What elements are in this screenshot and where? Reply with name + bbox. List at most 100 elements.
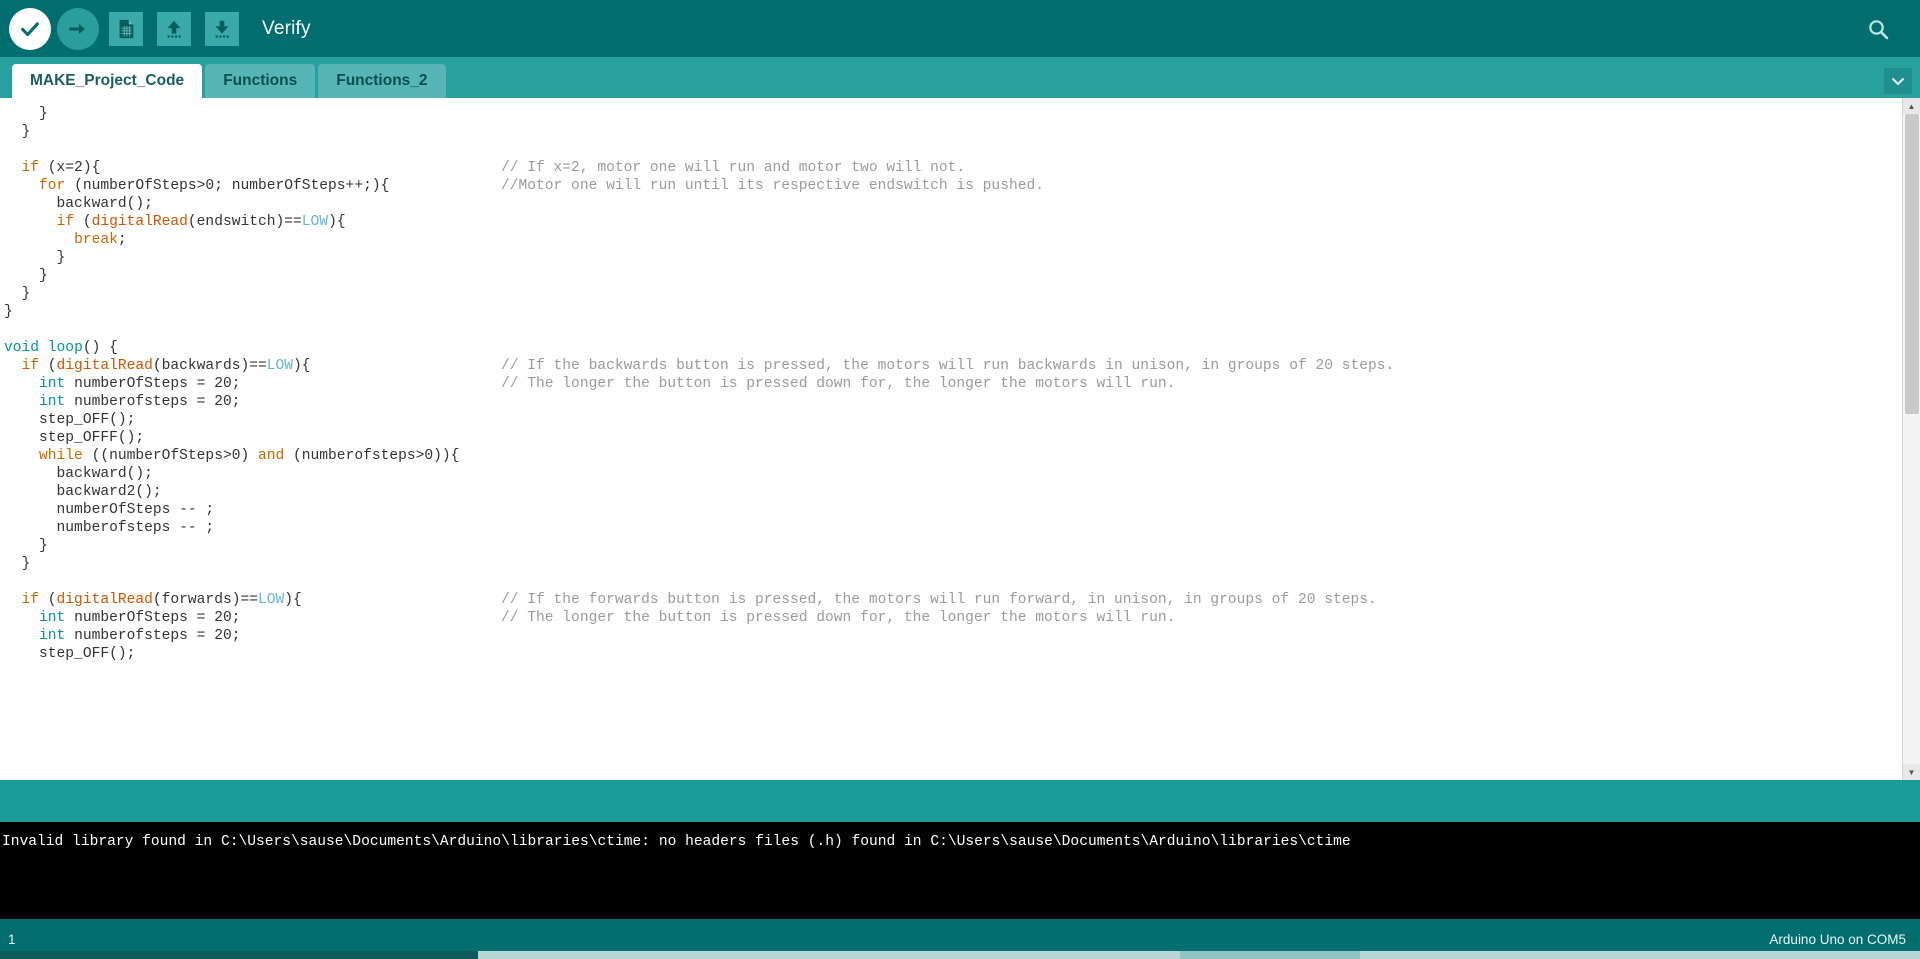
console-output: Invalid library found in C:\Users\sause\… <box>0 822 1920 919</box>
code-text: } <box>39 106 48 122</box>
code-line: } <box>4 105 1902 123</box>
code-line: backward(); <box>4 465 1902 483</box>
status-bar: 1 Arduino Uno on COM5 <box>0 919 1920 959</box>
new-file-square <box>109 11 143 46</box>
cursor-line-number: 1 <box>8 931 16 947</box>
save-file-square <box>205 11 239 46</box>
code-text: int numberofsteps = 20; <box>39 628 241 644</box>
code-line: break; <box>4 231 1902 249</box>
horizontal-scroll-secondary[interactable] <box>1180 951 1360 959</box>
code-line: backward(); <box>4 195 1902 213</box>
editor-vertical-scrollbar[interactable]: ▲ ▼ <box>1902 98 1920 780</box>
code-line: if (x=2){ // If x=2, motor one will run a… <box>4 159 1902 177</box>
open-sketch-button[interactable] <box>150 5 198 53</box>
code-line: void loop() { <box>4 339 1902 357</box>
code-line: while ((numberOfSteps>0) and (numberofst… <box>4 447 1902 465</box>
code-text: step_OFFF(); <box>39 430 145 446</box>
code-comment: // If the backwards button is pressed, t… <box>501 358 1395 374</box>
toolbar-right-group <box>1854 5 1910 53</box>
code-text: } <box>39 538 48 554</box>
verify-button[interactable] <box>6 5 54 53</box>
upload-button[interactable] <box>54 5 102 53</box>
code-text: } <box>56 250 66 266</box>
open-file-square <box>157 11 191 46</box>
code-comment: // The longer the button is pressed down… <box>501 376 1176 392</box>
code-line: numberofsteps -- ; <box>4 519 1902 537</box>
horizontal-scroll-thumb[interactable] <box>0 951 478 959</box>
code-text: if (digitalRead(endswitch)==LOW){ <box>56 214 346 230</box>
sketch-tab-functions-2[interactable]: Functions_2 <box>318 64 446 98</box>
save-sketch-button[interactable] <box>198 5 246 53</box>
new-file-icon <box>119 19 134 38</box>
board-status: Arduino Uno on COM5 <box>1769 931 1906 947</box>
tab-label: Functions <box>223 72 298 89</box>
search-button[interactable] <box>1854 5 1902 53</box>
scroll-track[interactable] <box>1902 114 1920 764</box>
code-text: if (digitalRead(backwards)==LOW){ <box>21 358 311 374</box>
code-text: } <box>39 268 48 284</box>
arrow-down-icon <box>215 20 229 38</box>
code-text: step_OFF(); <box>39 412 136 428</box>
search-icon <box>1869 19 1889 39</box>
code-line: numberOfSteps -- ; <box>4 501 1902 519</box>
code-line: } <box>4 123 1902 141</box>
code-text: int numberOfSteps = 20; <box>39 376 241 392</box>
code-text: numberofsteps -- ; <box>56 520 215 536</box>
check-icon <box>21 21 39 36</box>
code-line: int numberOfSteps = 20; // The longer the… <box>4 375 1902 393</box>
code-comment: // The longer the button is pressed down… <box>501 610 1176 626</box>
code-text: backward(); <box>56 196 153 212</box>
tab-label: MAKE_Project_Code <box>30 72 185 89</box>
code-text: if (digitalRead(forwards)==LOW){ <box>21 592 302 608</box>
code-line: } <box>4 537 1902 555</box>
new-sketch-button[interactable] <box>102 5 150 53</box>
code-line: int numberOfSteps = 20; // The longer the… <box>4 609 1902 627</box>
console-header-bar <box>0 780 1920 822</box>
code-line: for (numberOfSteps>0; numberOfSteps++;){… <box>4 177 1902 195</box>
code-line: step_OFFF(); <box>4 429 1902 447</box>
code-editor[interactable]: } } if (x=2){ // If x=2, motor one will r… <box>0 98 1902 780</box>
code-text: backward(); <box>56 466 153 482</box>
code-line: if (digitalRead(endswitch)==LOW){ <box>4 213 1902 231</box>
code-comment: // If x=2, motor one will run and motor … <box>501 160 966 176</box>
code-line: } <box>4 249 1902 267</box>
main-toolbar: Verify <box>0 0 1920 57</box>
code-text: step_OFF(); <box>39 646 136 662</box>
scroll-up-arrow[interactable]: ▲ <box>1902 98 1920 114</box>
sketch-tab-bar: MAKE_Project_Code Functions Functions_2 <box>0 57 1920 98</box>
code-line: int numberofsteps = 20; <box>4 393 1902 411</box>
code-line: backward2(); <box>4 483 1902 501</box>
code-text: for (numberOfSteps>0; numberOfSteps++;){ <box>39 178 390 194</box>
code-text: numberOfSteps -- ; <box>56 502 215 518</box>
code-line: } <box>4 303 1902 321</box>
code-line: } <box>4 267 1902 285</box>
code-text: while ((numberOfSteps>0) and (numberofst… <box>39 448 460 464</box>
code-text: } <box>21 556 31 572</box>
sketch-tab-functions[interactable]: Functions <box>205 64 316 98</box>
code-text: break; <box>74 232 127 248</box>
code-text: backward2(); <box>56 484 162 500</box>
code-text: int numberofsteps = 20; <box>39 394 241 410</box>
horizontal-scrollbar[interactable] <box>0 951 1920 959</box>
toolbar-title: Verify <box>262 17 311 39</box>
arrow-up-icon <box>167 20 181 38</box>
sketch-tab-make-project-code[interactable]: MAKE_Project_Code <box>12 64 203 98</box>
code-text: } <box>21 124 31 140</box>
scroll-down-arrow[interactable]: ▼ <box>1902 764 1920 780</box>
chevron-down-icon <box>1892 78 1904 85</box>
editor-area: } } if (x=2){ // If x=2, motor one will r… <box>0 98 1920 780</box>
code-text: if (x=2){ <box>21 160 101 176</box>
code-text: } <box>21 286 31 302</box>
scroll-thumb[interactable] <box>1904 114 1919 414</box>
code-line: } <box>4 285 1902 303</box>
code-line: step_OFF(); <box>4 411 1902 429</box>
code-line: step_OFF(); <box>4 645 1902 663</box>
tab-menu-button[interactable] <box>1884 68 1912 94</box>
code-line: if (digitalRead(backwards)==LOW){ // If t… <box>4 357 1902 375</box>
code-comment: // If the forwards button is pressed, th… <box>501 592 1377 608</box>
tab-label: Functions_2 <box>336 72 428 89</box>
verify-circle <box>9 7 51 50</box>
